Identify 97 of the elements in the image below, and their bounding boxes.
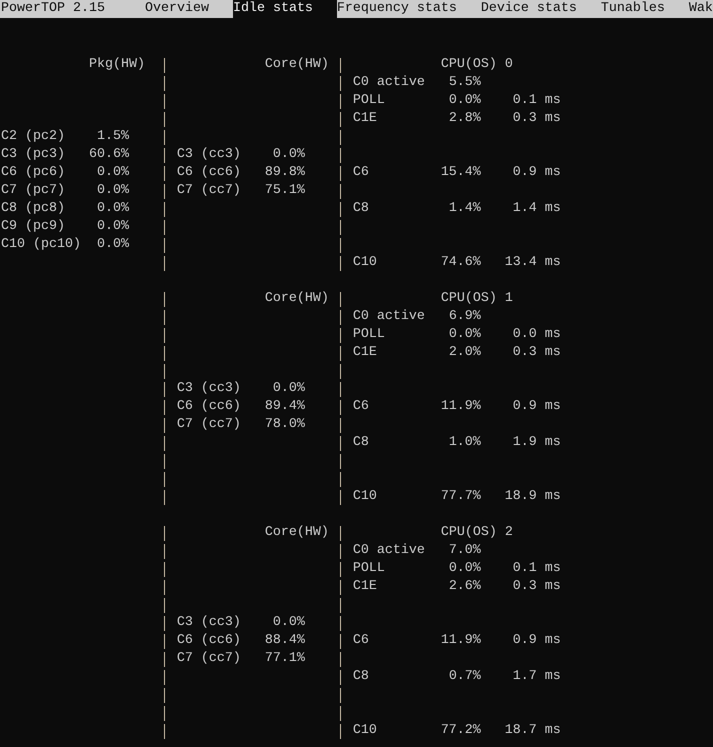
latency-value: 0.0 ms bbox=[512, 326, 561, 344]
cstate-name: C2 (pc2) bbox=[1, 128, 65, 146]
tab[interactable]: Idle stats bbox=[232, 0, 337, 18]
residency-percent: 0.0% bbox=[272, 146, 305, 164]
latency-value: 0.9 ms bbox=[512, 164, 561, 182]
cstate-name: C6 bbox=[352, 632, 370, 650]
cstate-name: C10 (pc10) bbox=[1, 236, 81, 254]
cstate-name: POLL bbox=[352, 560, 386, 578]
residency-percent: 1.0% bbox=[448, 434, 481, 452]
residency-percent: 0.0% bbox=[96, 236, 129, 254]
residency-percent: 78.0% bbox=[264, 416, 305, 434]
residency-percent: 0.0% bbox=[96, 164, 129, 182]
cstate-name: C3 (cc3) bbox=[176, 614, 241, 632]
cstate-name: C7 (pc7) bbox=[1, 182, 65, 200]
latency-value: 0.9 ms bbox=[512, 398, 561, 416]
cstate-name: C3 (cc3) bbox=[176, 380, 241, 398]
residency-percent: 15.4% bbox=[440, 164, 481, 182]
column-header: Core(HW) bbox=[264, 290, 329, 308]
cstate-name: POLL bbox=[352, 92, 386, 110]
cstate-name: C8 (pc8) bbox=[1, 200, 65, 218]
residency-percent: 77.1% bbox=[264, 650, 305, 668]
cstate-name: C10 bbox=[352, 722, 378, 740]
residency-percent: 7.0% bbox=[448, 542, 481, 560]
cstate-name: POLL bbox=[352, 326, 386, 344]
residency-percent: 1.4% bbox=[448, 200, 481, 218]
cstate-name: C8 bbox=[352, 200, 370, 218]
residency-percent: 89.4% bbox=[264, 398, 305, 416]
residency-percent: 2.0% bbox=[448, 344, 481, 362]
residency-percent: 0.0% bbox=[272, 614, 305, 632]
cstate-name: C10 bbox=[352, 488, 378, 506]
app-title: PowerTOP 2.15 bbox=[1, 0, 105, 18]
tab[interactable]: Overview bbox=[144, 0, 209, 18]
cstate-name: C3 (pc3) bbox=[1, 146, 65, 164]
cstate-name: C6 bbox=[352, 398, 370, 416]
residency-percent: 6.9% bbox=[448, 308, 481, 326]
residency-percent: 88.4% bbox=[264, 632, 305, 650]
column-header: Core(HW) bbox=[264, 524, 329, 542]
residency-percent: 0.0% bbox=[96, 200, 129, 218]
column-header: Core(HW) bbox=[264, 56, 329, 74]
residency-percent: 2.8% bbox=[448, 110, 481, 128]
latency-value: 0.9 ms bbox=[512, 632, 561, 650]
residency-percent: 0.0% bbox=[96, 182, 129, 200]
cstate-name: C0 active bbox=[352, 542, 425, 560]
cstate-name: C10 bbox=[352, 254, 378, 272]
latency-value: 0.3 ms bbox=[512, 110, 561, 128]
cstate-name: C6 bbox=[352, 164, 370, 182]
cstate-name: C3 (cc3) bbox=[176, 146, 241, 164]
latency-value: 1.7 ms bbox=[512, 668, 561, 686]
cstate-name: C7 (cc7) bbox=[176, 182, 241, 200]
column-header: Pkg(HW) bbox=[88, 56, 145, 74]
cstate-name: C6 (cc6) bbox=[176, 164, 241, 182]
cstate-name: C0 active bbox=[352, 74, 425, 92]
cstate-name: C1E bbox=[352, 578, 378, 596]
latency-value: 0.1 ms bbox=[512, 92, 561, 110]
residency-percent: 5.5% bbox=[448, 74, 481, 92]
cstate-name: C8 bbox=[352, 668, 370, 686]
residency-percent: 77.2% bbox=[440, 722, 481, 740]
residency-percent: 77.7% bbox=[440, 488, 481, 506]
cstate-name: C1E bbox=[352, 344, 378, 362]
residency-percent: 0.0% bbox=[448, 326, 481, 344]
latency-value: 0.3 ms bbox=[512, 578, 561, 596]
latency-value: 0.1 ms bbox=[512, 560, 561, 578]
residency-percent: 1.5% bbox=[96, 128, 129, 146]
column-header: CPU(OS) 2 bbox=[440, 525, 513, 540]
tab[interactable]: Wak bbox=[688, 0, 713, 18]
cstate-name: C8 bbox=[352, 434, 370, 452]
tab[interactable]: Tunables bbox=[600, 0, 665, 18]
latency-value: 0.3 ms bbox=[512, 344, 561, 362]
latency-value: 18.9 ms bbox=[504, 488, 561, 506]
latency-value: 1.4 ms bbox=[512, 200, 561, 218]
cstate-name: C6 (cc6) bbox=[176, 632, 241, 650]
residency-percent: 0.0% bbox=[96, 218, 129, 236]
column-header: CPU(OS) 0 bbox=[440, 57, 513, 72]
residency-percent: 2.6% bbox=[448, 578, 481, 596]
latency-value: 13.4 ms bbox=[504, 254, 561, 272]
cstate-name: C7 (cc7) bbox=[176, 650, 241, 668]
residency-percent: 0.0% bbox=[448, 560, 481, 578]
column-header: CPU(OS) 1 bbox=[440, 291, 513, 306]
cstate-name: C6 (pc6) bbox=[1, 164, 65, 182]
residency-percent: 0.0% bbox=[272, 380, 305, 398]
tab[interactable]: Frequency stats bbox=[336, 0, 457, 18]
residency-percent: 75.1% bbox=[264, 182, 305, 200]
residency-percent: 60.6% bbox=[88, 146, 129, 164]
cstate-name: C9 (pc9) bbox=[1, 218, 65, 236]
cstate-name: C0 active bbox=[352, 308, 425, 326]
residency-percent: 11.9% bbox=[440, 632, 481, 650]
cstate-name: C7 (cc7) bbox=[176, 416, 241, 434]
residency-percent: 0.0% bbox=[448, 92, 481, 110]
cstate-name: C6 (cc6) bbox=[176, 398, 241, 416]
residency-percent: 74.6% bbox=[440, 254, 481, 272]
latency-value: 1.9 ms bbox=[512, 434, 561, 452]
tab[interactable]: Device stats bbox=[480, 0, 577, 18]
residency-percent: 0.7% bbox=[448, 668, 481, 686]
cstate-name: C1E bbox=[352, 110, 378, 128]
latency-value: 18.7 ms bbox=[504, 722, 561, 740]
residency-percent: 11.9% bbox=[440, 398, 481, 416]
residency-percent: 89.8% bbox=[264, 164, 305, 182]
